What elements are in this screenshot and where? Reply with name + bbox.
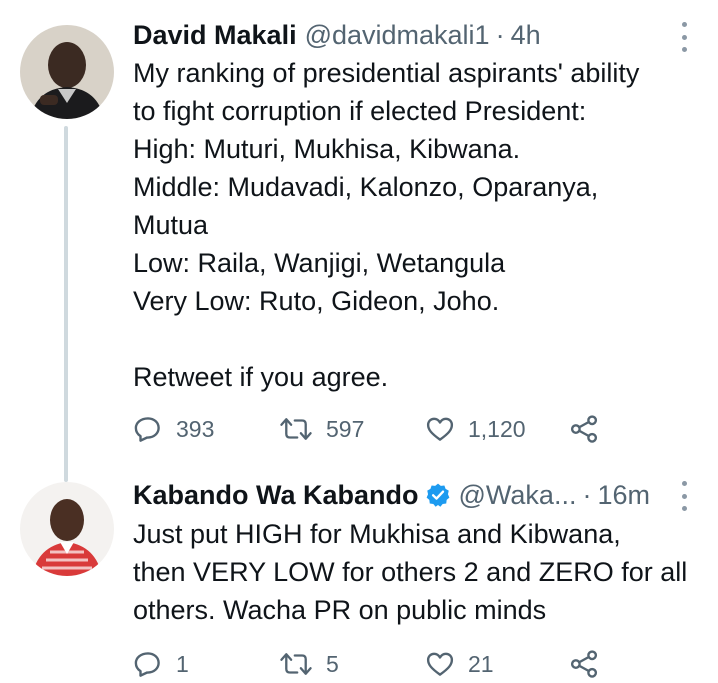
author-name[interactable]: Kabando Wa Kabando	[133, 476, 419, 514]
author-name[interactable]: David Makali	[133, 16, 297, 54]
retweet-button[interactable]: 5	[279, 645, 339, 683]
more-icon[interactable]	[678, 481, 690, 511]
retweet-count: 5	[326, 650, 339, 677]
author-handle[interactable]: @davidmakali1	[305, 16, 490, 54]
retweet-count: 597	[326, 415, 365, 442]
like-count: 21	[468, 650, 494, 677]
reply-count: 393	[176, 415, 215, 442]
share-button[interactable]	[569, 410, 599, 448]
share-button[interactable]	[569, 645, 599, 683]
retweet-icon	[279, 649, 313, 679]
reply-icon	[133, 649, 163, 679]
tweet-time[interactable]: 16m	[597, 476, 650, 514]
separator-dot: ·	[582, 480, 592, 510]
author-handle[interactable]: @Waka...	[459, 476, 577, 514]
like-button[interactable]: 21	[425, 645, 494, 683]
like-count: 1,120	[468, 415, 526, 442]
reply-count: 1	[176, 650, 189, 677]
like-button[interactable]: 1,120	[425, 410, 526, 448]
tweet-text: Just put HIGH for Mukhisa and Kibwana, t…	[133, 519, 688, 625]
reply-icon	[133, 414, 163, 444]
tweet-actions: 393 597 1,120	[133, 410, 713, 448]
heart-icon	[425, 649, 455, 679]
tweet-2[interactable]: Kabando Wa Kabando @Waka... · 16m Just p…	[0, 480, 718, 678]
avatar-david-makali[interactable]	[20, 25, 114, 119]
separator-dot: ·	[495, 20, 505, 50]
avatar-kabando-wa-kabando[interactable]	[20, 482, 114, 576]
tweet-text: My ranking of presidential aspirants' ab…	[133, 58, 640, 392]
tweet-actions: 1 5 21	[133, 645, 713, 683]
heart-icon	[425, 414, 455, 444]
retweet-icon	[279, 414, 313, 444]
share-icon	[569, 649, 599, 679]
reply-button[interactable]: 393	[133, 410, 214, 448]
tweet-1[interactable]: David Makali @davidmakali1 · 4h My ranki…	[0, 0, 718, 482]
verified-badge-icon	[425, 482, 451, 508]
tweet-header: Kabando Wa Kabando @Waka... · 16m	[133, 476, 650, 514]
tweet-header: David Makali @davidmakali1 · 4h	[133, 16, 541, 54]
thread-line	[64, 126, 68, 482]
reply-button[interactable]: 1	[133, 645, 189, 683]
retweet-button[interactable]: 597	[279, 410, 364, 448]
more-icon[interactable]	[678, 22, 690, 52]
share-icon	[569, 414, 599, 444]
tweet-time[interactable]: 4h	[511, 16, 541, 54]
